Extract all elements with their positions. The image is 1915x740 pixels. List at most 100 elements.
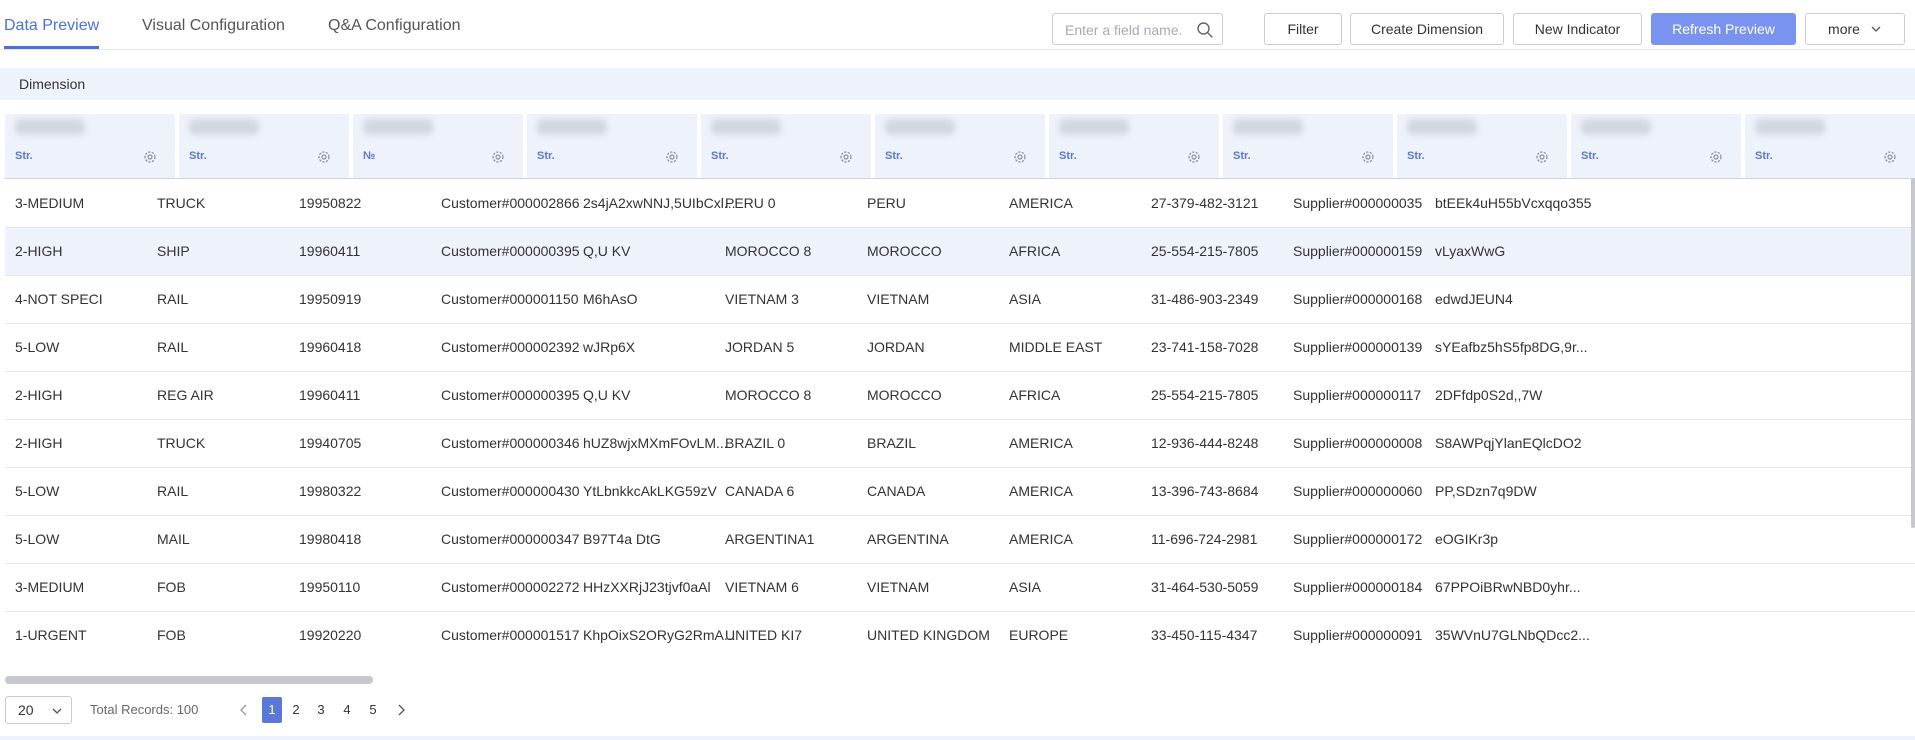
gear-icon[interactable] — [1535, 150, 1549, 164]
table-row[interactable]: 4-NOT SPECI RAIL 19950919 Customer#00000115… — [5, 276, 1915, 324]
table-cell: VIETNAM 3 — [725, 291, 799, 307]
table-cell: VIETNAM — [867, 291, 930, 307]
blurred-column-name — [1581, 119, 1651, 135]
table-cell: MOROCCO — [867, 243, 942, 259]
table-cell: 2-HIGH — [15, 435, 63, 451]
bottom-border — [0, 736, 1915, 740]
table-cell: 19960411 — [299, 243, 361, 259]
table-cell: Supplier#000000035 — [1293, 195, 1423, 211]
table-row[interactable]: 2-HIGH REG AIR 19960411 Customer#000000395 Q… — [5, 372, 1915, 420]
tab-qa-configuration[interactable]: Q&A Configuration — [328, 17, 461, 35]
table-cell: ASIA — [1009, 579, 1041, 595]
column-type-label: Str. — [1755, 150, 1773, 162]
new-indicator-button[interactable]: New Indicator — [1513, 13, 1642, 45]
column-header[interactable]: Str. — [1223, 114, 1395, 178]
gear-icon[interactable] — [143, 150, 157, 164]
table-cell: PERU — [867, 195, 906, 211]
table-row[interactable]: 2-HIGH SHIP 19960411 Customer#000000395 Q,U … — [5, 228, 1915, 276]
blurred-column-name — [189, 119, 259, 135]
table-cell: PP,SDzn7q9DW — [1435, 483, 1537, 499]
column-header[interactable]: Str. — [1571, 114, 1743, 178]
create-dimension-button[interactable]: Create Dimension — [1350, 13, 1504, 45]
gear-icon[interactable] — [1883, 150, 1897, 164]
table-cell: MOROCCO 8 — [725, 387, 812, 403]
horizontal-scrollbar[interactable] — [5, 676, 373, 684]
column-header[interactable]: Str. — [527, 114, 699, 178]
column-header[interactable]: Str. — [1397, 114, 1569, 178]
page-number-5[interactable]: 5 — [363, 697, 383, 723]
table-row[interactable]: 1-URGENT FOB 19920220 Customer#000001517 Khp… — [5, 612, 1915, 658]
table-row[interactable]: 3-MEDIUM FOB 19950110 Customer#000002272 HHz… — [5, 564, 1915, 612]
table-cell: Customer#000001150 — [441, 291, 579, 307]
gear-icon[interactable] — [491, 150, 505, 164]
table-cell: vLyaxWwG — [1435, 243, 1506, 259]
blurred-column-name — [1233, 119, 1303, 135]
blurred-column-name — [537, 119, 607, 135]
tab-data-preview[interactable]: Data Preview — [4, 17, 99, 35]
chevron-down-icon — [1871, 26, 1881, 32]
filter-button[interactable]: Filter — [1264, 13, 1342, 45]
search-icon[interactable] — [1196, 21, 1214, 39]
table-cell: 19940705 — [299, 435, 362, 451]
more-button[interactable]: more — [1805, 13, 1905, 45]
table-cell: Customer#000001517 — [441, 627, 580, 643]
table-cell: Supplier#000000159 — [1293, 243, 1423, 259]
page-number-2[interactable]: 2 — [286, 697, 306, 723]
table-cell: 19920220 — [299, 627, 362, 643]
column-header[interactable]: Str. — [1049, 114, 1221, 178]
gear-icon[interactable] — [1187, 150, 1201, 164]
gear-icon[interactable] — [317, 150, 331, 164]
table-cell: UNITED KI7 — [725, 627, 803, 643]
column-header[interactable]: Str. — [701, 114, 873, 178]
page-number-4[interactable]: 4 — [337, 697, 357, 723]
tab-visual-configuration[interactable]: Visual Configuration — [142, 17, 285, 35]
table-cell: 5-LOW — [15, 483, 60, 499]
table-cell: 67PPOiBRwNBD0yhr... — [1435, 579, 1581, 595]
column-header[interactable]: Str. — [5, 114, 177, 178]
column-header[interactable]: Str. — [875, 114, 1047, 178]
gear-icon[interactable] — [1013, 150, 1027, 164]
vertical-scrollbar[interactable] — [1911, 178, 1915, 528]
column-header[interactable]: Str. — [1745, 114, 1915, 178]
table-row[interactable]: 5-LOW MAIL 19980418 Customer#000000347 B97T4… — [5, 516, 1915, 564]
column-header[interactable]: № — [353, 114, 525, 178]
table-cell: 3-MEDIUM — [15, 195, 85, 211]
table-cell: 11-696-724-2981 — [1151, 531, 1258, 547]
refresh-preview-button[interactable]: Refresh Preview — [1651, 13, 1796, 45]
table-cell: Customer#000000395 — [441, 387, 580, 403]
table-row[interactable]: 3-MEDIUM TRUCK 19950822 Customer#000002866 2… — [5, 180, 1915, 228]
gear-icon[interactable] — [1361, 150, 1375, 164]
table-cell: UNITED KINGDOM — [867, 627, 990, 643]
page-size-select[interactable]: 20 — [5, 696, 72, 724]
gear-icon[interactable] — [665, 150, 679, 164]
chevron-right-icon[interactable] — [394, 703, 408, 717]
page-number-1[interactable]: 1 — [262, 697, 282, 723]
page-number-3[interactable]: 3 — [311, 697, 331, 723]
table-cell: 19980322 — [299, 483, 362, 499]
table-cell: FOB — [157, 627, 186, 643]
column-type-label: Str. — [1407, 150, 1425, 162]
column-type-label: Str. — [189, 150, 207, 162]
table-row[interactable]: 5-LOW RAIL 19960418 Customer#000002392 wJRp6… — [5, 324, 1915, 372]
table-cell: AFRICA — [1009, 387, 1061, 403]
table-cell: MIDDLE EAST — [1009, 339, 1103, 355]
table-cell: RAIL — [157, 291, 189, 307]
table-row[interactable]: 5-LOW RAIL 19980322 Customer#000000430 YtLbn… — [5, 468, 1915, 516]
table-cell: 1-URGENT — [15, 627, 87, 643]
blurred-column-name — [1407, 119, 1477, 135]
table-cell: 31-486-903-2349 — [1151, 291, 1259, 307]
column-header[interactable]: Str. — [179, 114, 351, 178]
table-cell: Supplier#000000060 — [1293, 483, 1423, 499]
gear-icon[interactable] — [1709, 150, 1723, 164]
table-row[interactable]: 2-HIGH TRUCK 19940705 Customer#000000346 hUZ… — [5, 420, 1915, 468]
active-tab-indicator — [4, 46, 99, 49]
field-search-input[interactable] — [1065, 20, 1195, 40]
column-type-label: Str. — [15, 150, 33, 162]
table-cell: 19980418 — [299, 531, 362, 547]
table-cell: 19950919 — [299, 291, 362, 307]
table-cell: 19950822 — [299, 195, 362, 211]
gear-icon[interactable] — [839, 150, 853, 164]
table-cell: AMERICA — [1009, 483, 1073, 499]
chevron-left-icon[interactable] — [237, 703, 251, 717]
table-cell: AMERICA — [1009, 531, 1073, 547]
